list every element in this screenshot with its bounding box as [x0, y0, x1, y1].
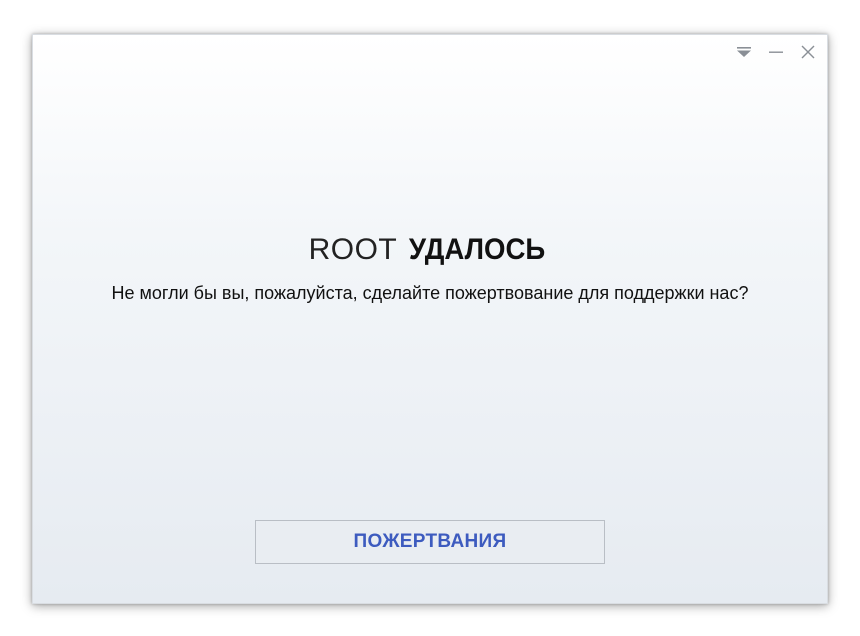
dropdown-triangle-icon[interactable] — [733, 43, 755, 61]
donation-request-text: Не могли бы вы, пожалуйста, сделайте пож… — [111, 283, 749, 303]
title-main: УДАЛОСЬ — [409, 233, 546, 266]
result-title: ROOT УДАЛОСЬ — [33, 233, 827, 267]
app-window: ROOT УДАЛОСЬ Не могли бы вы, пожалуйста, … — [32, 34, 828, 604]
window-controls — [733, 43, 819, 61]
donate-button-label: ПОЖЕРТВАНИЯ — [353, 531, 507, 552]
minimize-icon[interactable] — [765, 43, 787, 61]
title-prefix: ROOT — [308, 233, 398, 266]
close-icon[interactable] — [797, 43, 819, 61]
donate-button[interactable]: ПОЖЕРТВАНИЯ — [255, 520, 605, 564]
